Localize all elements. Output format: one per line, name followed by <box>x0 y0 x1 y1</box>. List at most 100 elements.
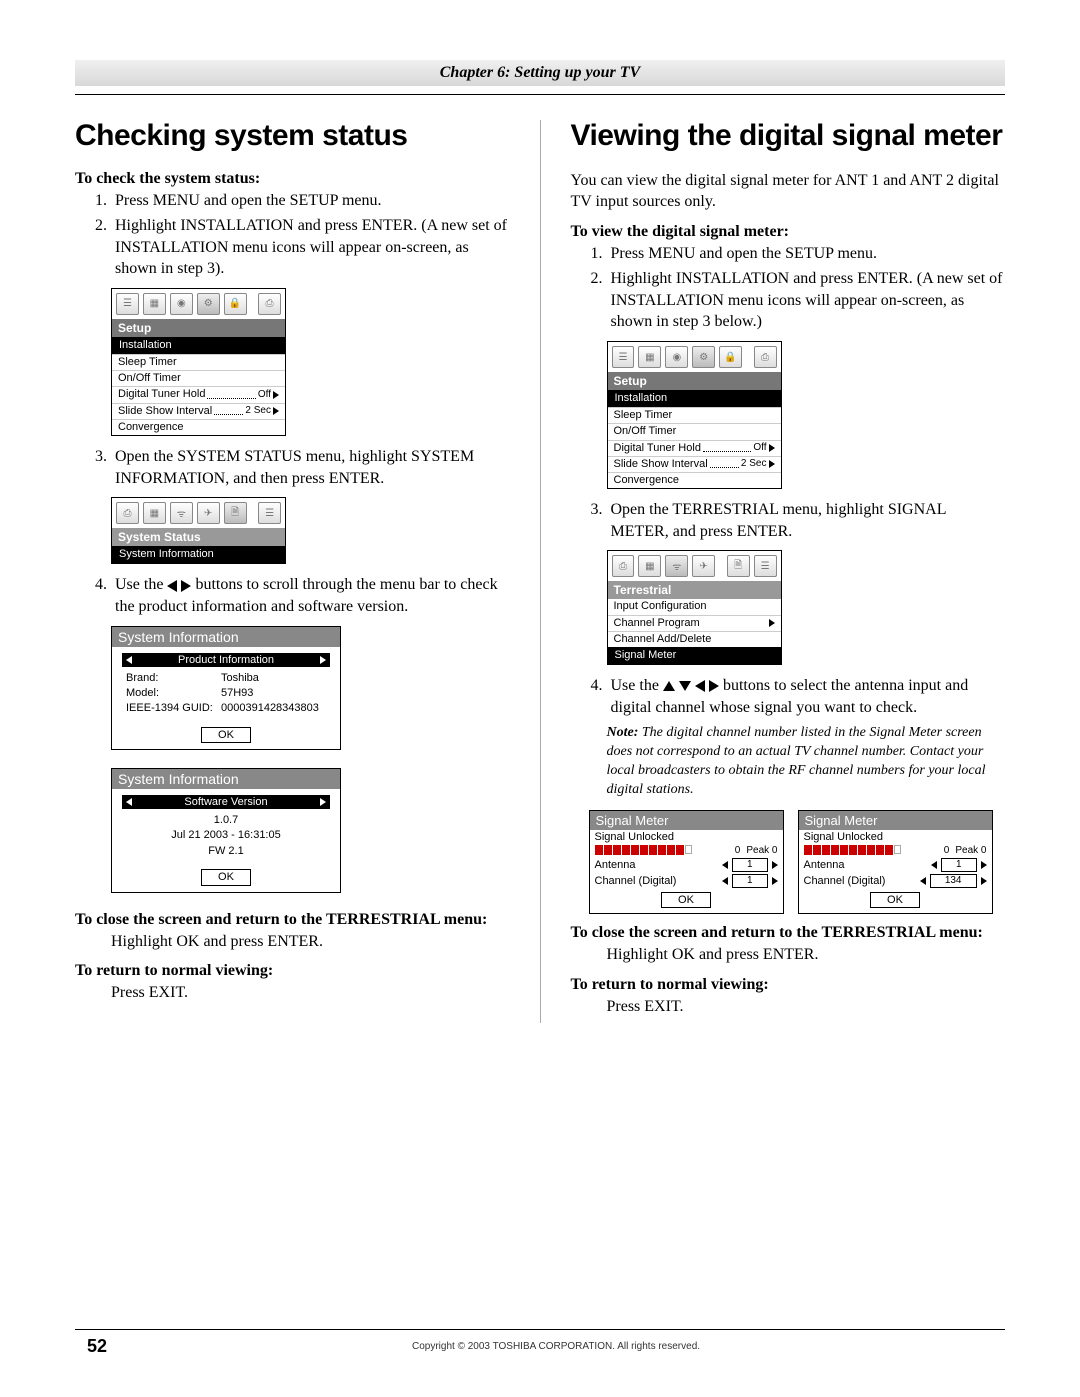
meter-status: Signal Unlocked <box>590 830 783 844</box>
osd-icon-spacer <box>251 293 254 315</box>
kv-val: 57H93 <box>221 686 253 701</box>
osd-icon: ⎙ <box>258 293 281 315</box>
osd-title: System Status <box>112 528 285 546</box>
lead-return: To return to normal viewing: <box>571 976 1006 994</box>
note-label: Note: <box>607 725 639 740</box>
arrow-right-icon[interactable] <box>772 861 778 869</box>
chapter-header: Chapter 6: Setting up your TV <box>75 60 1005 86</box>
osd-label: Input Configuration <box>614 600 707 613</box>
ok-button[interactable]: OK <box>661 892 711 908</box>
meter-pair: Signal Meter Signal Unlocked 0 Peak 0 An… <box>589 810 1006 914</box>
osd-title: Terrestrial <box>608 581 781 599</box>
osd-label: Convergence <box>118 421 183 434</box>
lead-return: To return to normal viewing: <box>75 962 510 980</box>
osd-icon-row: ☰ ▦ ◉ ⚙ 🔒 ⎙ <box>112 289 285 319</box>
value: 134 <box>930 874 977 888</box>
osd-val: Off <box>258 389 271 401</box>
arrow-left-icon <box>126 798 132 806</box>
osd-val: 2 Sec <box>245 405 271 417</box>
osd-icon: 🔒 <box>719 346 742 368</box>
column-divider <box>540 120 541 1023</box>
ok-button[interactable]: OK <box>201 727 251 743</box>
kv-key: IEEE-1394 GUID: <box>126 701 221 716</box>
osd-row-highlight: Signal Meter <box>608 647 781 664</box>
label: Antenna <box>804 859 845 871</box>
ok-button[interactable]: OK <box>201 869 251 885</box>
osd-label: Signal Meter <box>615 649 677 662</box>
header-rule <box>75 94 1005 95</box>
steps-view-3: Open the TERRESTRIAL menu, highlight SIG… <box>571 499 1006 542</box>
right-arrow-icon <box>709 680 719 692</box>
panel-sysinfo-product: System Information Product Information B… <box>111 626 341 750</box>
step-4: Use the buttons to select the antenna in… <box>607 675 1006 718</box>
left-arrow-icon <box>695 680 705 692</box>
meter-zero: 0 <box>735 845 741 856</box>
osd-label: Installation <box>119 339 172 352</box>
meter-peak: Peak 0 <box>955 845 986 856</box>
signal-meter-1: Signal Meter Signal Unlocked 0 Peak 0 An… <box>589 810 784 914</box>
meter-title: Signal Meter <box>799 811 992 830</box>
arrow-right-icon <box>320 656 326 664</box>
step-3: Open the SYSTEM STATUS menu, highlight S… <box>111 446 510 489</box>
label: Channel (Digital) <box>595 875 677 887</box>
osd-row: Sleep Timer <box>112 354 285 370</box>
osd-label: Digital Tuner Hold <box>614 442 701 455</box>
meter-peak: Peak 0 <box>746 845 777 856</box>
arrow-left-icon[interactable] <box>722 861 728 869</box>
osd-setup-right: ☰ ▦ ◉ ⚙ 🔒 ⎙ Setup Installation Sleep Tim… <box>607 341 782 489</box>
kv-key: Model: <box>126 686 221 701</box>
arrow-right-icon[interactable] <box>981 877 987 885</box>
text: Use the <box>611 677 663 694</box>
osd-row-highlight: Installation <box>608 390 781 407</box>
intro: You can view the digital signal meter fo… <box>571 170 1006 213</box>
osd-row: Sleep Timer <box>608 407 781 423</box>
osd-label: Convergence <box>614 474 679 487</box>
arrow-right-icon[interactable] <box>981 861 987 869</box>
osd-icon: ▦ <box>143 502 166 524</box>
osd-icon-spacer <box>719 555 722 577</box>
text-return: Press EXIT. <box>607 996 1006 1018</box>
osd-label: Slide Show Interval <box>118 405 212 418</box>
osd-row: Input Configuration <box>608 599 781 614</box>
osd-icon: ☰ <box>258 502 281 524</box>
osd-label: Installation <box>615 392 668 405</box>
arrow-left-icon <box>126 656 132 664</box>
text: Use the <box>115 576 167 593</box>
osd-icon: ⚙ <box>197 293 220 315</box>
text-close: Highlight OK and press ENTER. <box>111 931 510 953</box>
osd-icon-row: ⎙ ▦ ᯤ ✈ 🗎 ☰ <box>608 551 781 581</box>
arrow-left-icon[interactable] <box>931 861 937 869</box>
osd-row: On/Off Timer <box>608 423 781 439</box>
kv-key: Brand: <box>126 671 221 686</box>
osd-row: Channel Program <box>608 615 781 631</box>
arrow-left-icon[interactable] <box>920 877 926 885</box>
osd-label: Channel Program <box>614 617 700 630</box>
label: Antenna <box>595 859 636 871</box>
osd-icon: ✈ <box>197 502 220 524</box>
lead-view: To view the digital signal meter: <box>571 223 1006 241</box>
osd-row-highlight: Installation <box>112 337 285 354</box>
osd-icon: ☰ <box>116 293 139 315</box>
arrow-left-icon[interactable] <box>722 877 728 885</box>
meter-antenna-row: Antenna1 <box>799 857 992 873</box>
osd-row: Channel Add/Delete <box>608 631 781 647</box>
osd-row: Digital Tuner HoldOff <box>112 386 285 402</box>
osd-icon-row: ☰ ▦ ◉ ⚙ 🔒 ⎙ <box>608 342 781 372</box>
meter-bar <box>804 845 942 855</box>
step-2: Highlight INSTALLATION and press ENTER. … <box>111 215 510 280</box>
sw-line: Jul 21 2003 - 16:31:05 <box>126 828 326 843</box>
arrow-right-icon <box>273 391 279 399</box>
step-3: Open the TERRESTRIAL menu, highlight SIG… <box>607 499 1006 542</box>
osd-icon-spacer <box>746 346 749 368</box>
value: 1 <box>732 858 768 872</box>
osd-label: Channel Add/Delete <box>614 633 712 646</box>
osd-icon: ✈ <box>692 555 715 577</box>
steps-check-4: Use the buttons to scroll through the me… <box>75 574 510 617</box>
arrow-right-icon <box>769 619 775 627</box>
left-arrow-icon <box>167 580 177 592</box>
osd-title: Setup <box>112 319 285 337</box>
step-1: Press MENU and open the SETUP menu. <box>111 190 510 212</box>
steps-check-3: Open the SYSTEM STATUS menu, highlight S… <box>75 446 510 489</box>
ok-button[interactable]: OK <box>870 892 920 908</box>
arrow-right-icon[interactable] <box>772 877 778 885</box>
